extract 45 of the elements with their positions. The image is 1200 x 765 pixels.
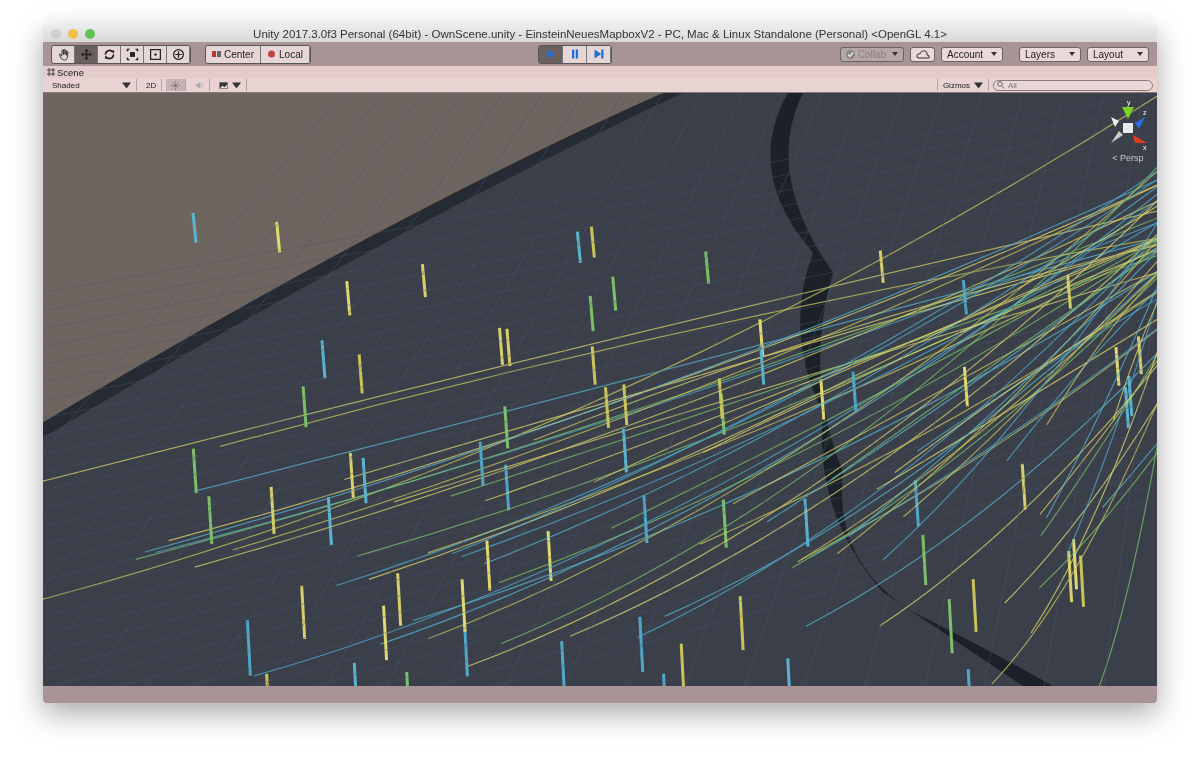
cloud-icon — [915, 49, 930, 59]
sun-icon — [171, 80, 181, 90]
scale-tool-button[interactable] — [121, 45, 144, 63]
rect-icon — [148, 47, 162, 61]
caret-icon — [991, 52, 997, 56]
center-toggle-button[interactable]: Center — [206, 45, 261, 63]
projection-label[interactable]: < Persp — [1112, 153, 1144, 163]
shading-dropdown[interactable]: Shaded — [47, 79, 137, 91]
grid-icon — [47, 68, 55, 76]
layers-dropdown[interactable]: Layers — [1019, 46, 1081, 62]
pause-button[interactable] — [563, 45, 588, 63]
step-icon — [592, 48, 605, 60]
caret-icon — [974, 80, 983, 90]
cloud-button[interactable] — [910, 46, 935, 62]
rotate-tool-button[interactable] — [98, 45, 121, 63]
account-dropdown[interactable]: Account — [941, 46, 1003, 62]
search-field[interactable]: All — [993, 79, 1153, 91]
layout-dropdown[interactable]: Layout — [1087, 46, 1149, 62]
local-toggle-button[interactable]: Local — [261, 45, 310, 63]
lighting-toggle-button[interactable] — [166, 79, 187, 91]
caret-icon — [1137, 52, 1143, 56]
scale-icon — [125, 47, 139, 61]
caret-icon — [232, 80, 242, 90]
step-button[interactable] — [587, 45, 612, 63]
caret-icon — [1069, 52, 1075, 56]
scene-tab[interactable]: Scene — [47, 66, 84, 78]
rect-tool-button[interactable] — [144, 45, 167, 63]
hand-tool-button[interactable] — [52, 45, 75, 63]
2d-toggle-button[interactable]: 2D — [141, 79, 163, 91]
hand-icon — [56, 47, 70, 61]
move-icon — [79, 47, 93, 61]
pivot-icon — [212, 50, 221, 58]
move-tool-button[interactable] — [75, 45, 98, 63]
transform-icon — [171, 47, 185, 61]
transform-tool-button[interactable] — [167, 45, 190, 63]
gizmos-dropdown[interactable]: Gizmos — [936, 79, 989, 91]
speaker-icon — [195, 80, 205, 90]
play-icon — [544, 48, 557, 60]
window-title: Unity 2017.3.0f3 Personal (64bit) - OwnScene.unity - EinsteinNeuesMapboxV2 - PC, Mac & Linux Standalone (Personal) <OpenGL 4.1> — [253, 27, 947, 40]
search-icon — [997, 81, 1005, 89]
rotate-icon — [102, 47, 116, 61]
play-button[interactable] — [539, 45, 564, 63]
caret-icon — [892, 52, 898, 56]
caret-icon — [122, 80, 131, 90]
checkmark-icon — [845, 49, 855, 59]
